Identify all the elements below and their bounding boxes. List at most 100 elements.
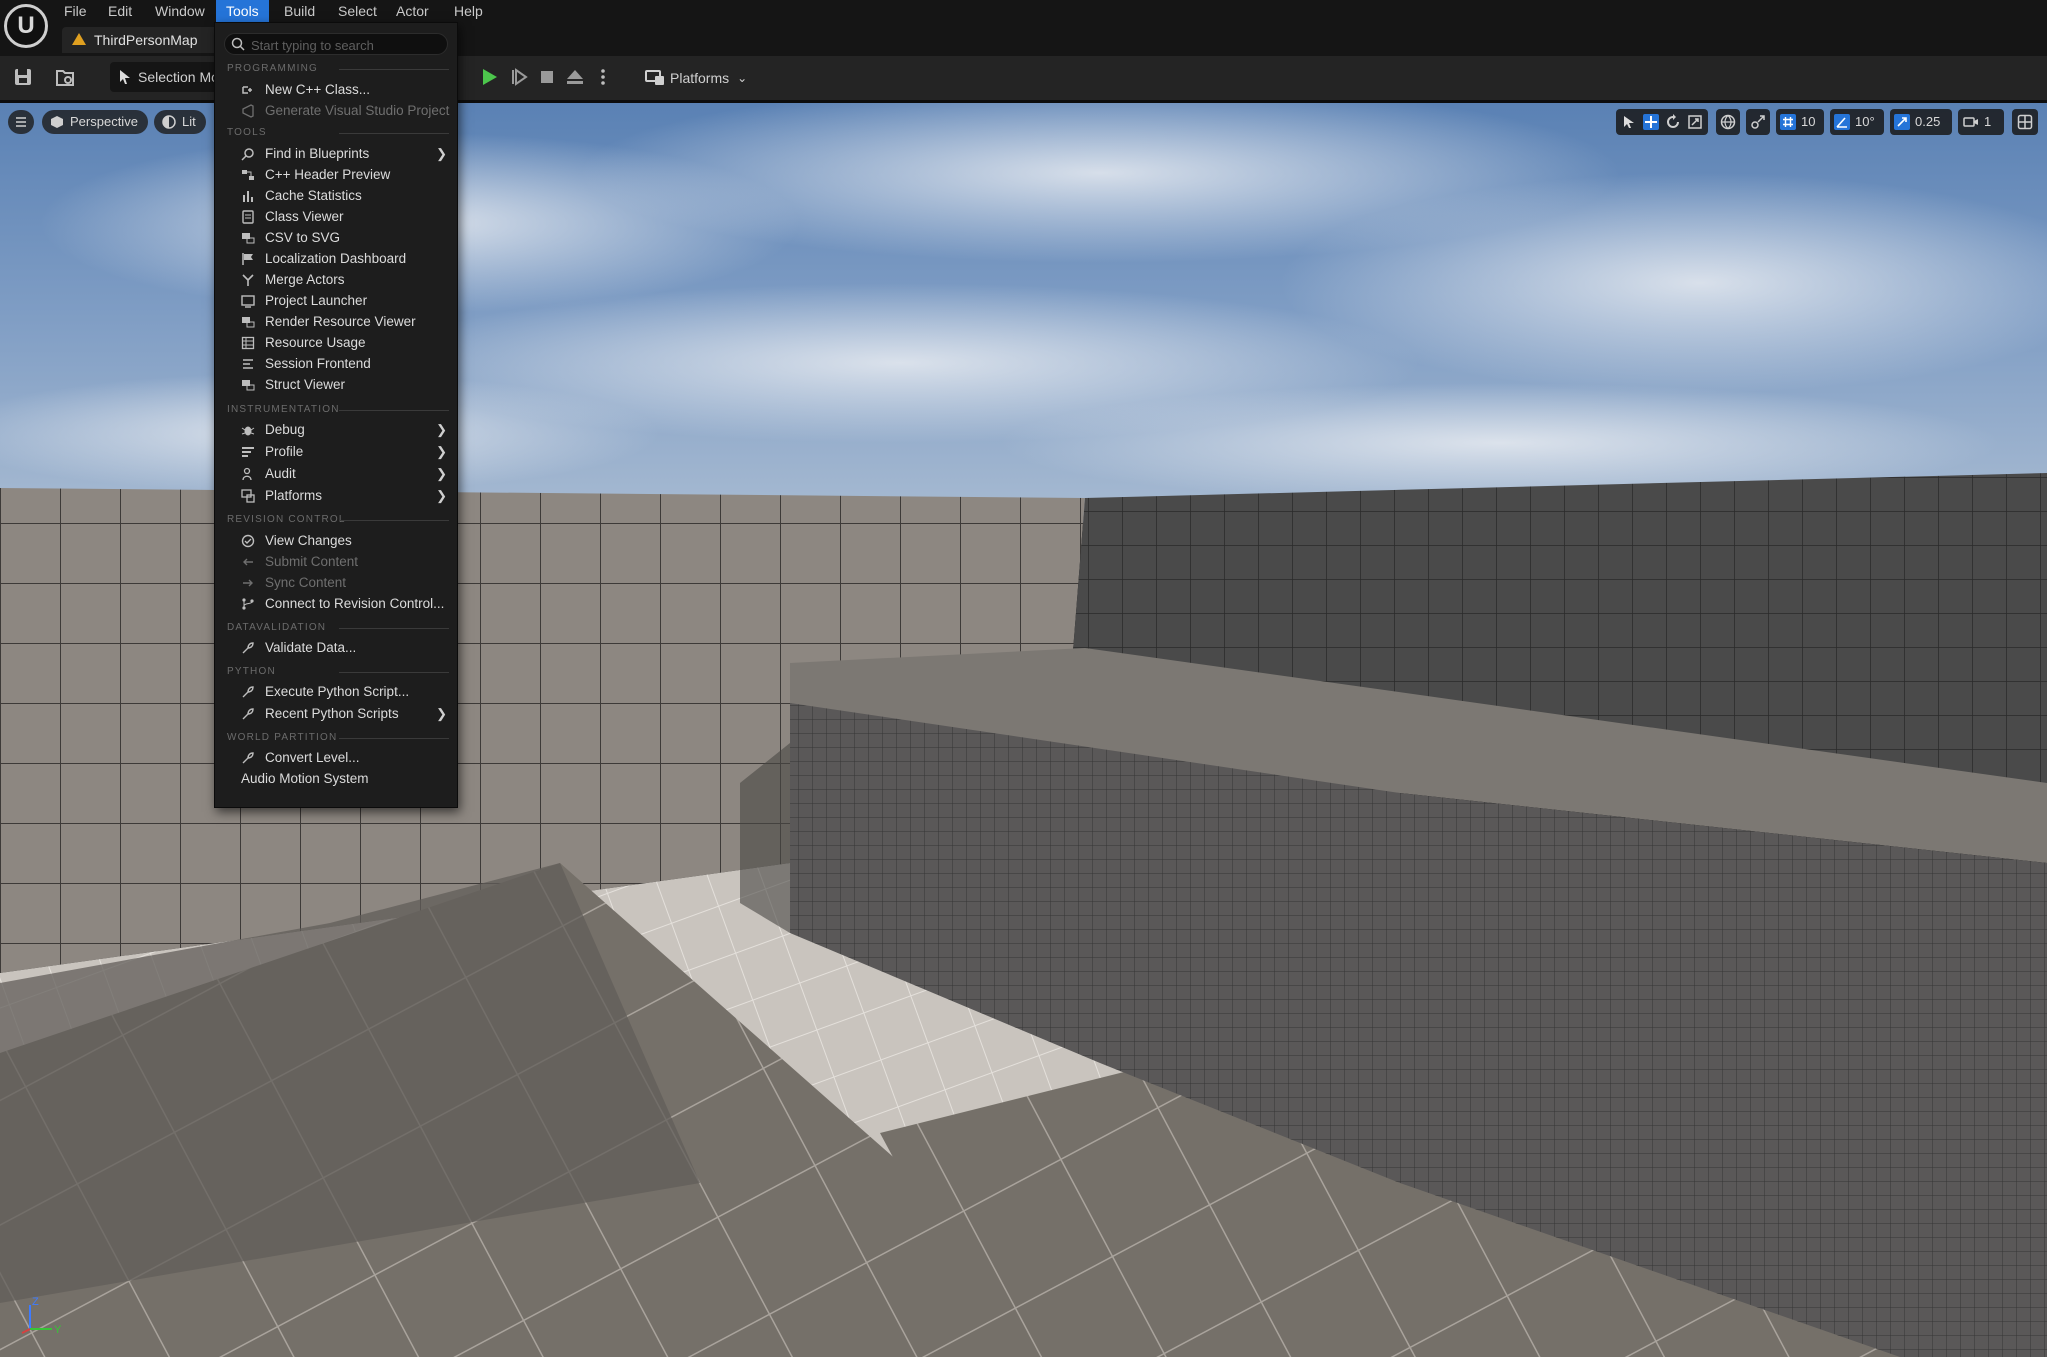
save-icon[interactable]	[12, 66, 34, 88]
eject-icon[interactable]	[564, 66, 586, 88]
menu-item-audio-motion-system[interactable]: Audio Motion System	[215, 768, 457, 789]
select-mode-icon[interactable]	[1621, 114, 1637, 130]
axis-gizmo: Z Y	[21, 1296, 62, 1336]
platforms-button[interactable]: Platforms ⌄	[640, 63, 749, 93]
recent-scripts-icon	[242, 708, 254, 720]
menu-item-connect-revision-control[interactable]: Connect to Revision Control...	[215, 593, 457, 614]
chevron-down-icon: ⌄	[737, 71, 748, 85]
scale-mode-icon[interactable]	[1687, 114, 1703, 130]
camera-icon	[1963, 117, 1978, 127]
menu-item-label: Session Frontend	[265, 356, 371, 371]
menu-item-execute-python-script[interactable]: Execute Python Script...	[215, 681, 457, 702]
menu-item-label: Connect to Revision Control...	[265, 596, 445, 611]
menu-item-localization-dashboard[interactable]: Localization Dashboard	[215, 248, 457, 269]
menu-item-merge-actors[interactable]: Merge Actors	[215, 269, 457, 290]
rotation-snap-control[interactable]: 10°	[1830, 109, 1884, 135]
menu-item-cpp-header-preview[interactable]: C++ Header Preview	[215, 164, 457, 185]
menu-item-profile[interactable]: Profile ❯	[215, 441, 457, 462]
globe-icon	[1720, 114, 1736, 130]
arrow-right-icon	[243, 579, 253, 587]
validate-icon	[242, 642, 254, 654]
menu-item-sync-content[interactable]: Sync Content	[215, 572, 457, 593]
more-options-icon[interactable]	[592, 66, 614, 88]
menu-item-generate-vs-project[interactable]: Generate Visual Studio Project	[215, 100, 457, 121]
convert-level-icon	[242, 752, 254, 764]
content-browser-icon[interactable]	[54, 66, 76, 88]
menu-item-label: Class Viewer	[265, 209, 344, 224]
rotation-snap-value: 10°	[1855, 114, 1875, 129]
visual-studio-icon	[242, 104, 254, 118]
platforms-icon	[645, 70, 664, 85]
surface-snap-toggle[interactable]	[1746, 109, 1770, 135]
resource-usage-icon	[241, 336, 255, 350]
rotate-mode-icon[interactable]	[1665, 114, 1681, 130]
menu-item-csv-to-svg[interactable]: CSV to SVG	[215, 227, 457, 248]
statistics-icon	[243, 191, 253, 202]
menu-item-convert-level[interactable]: Convert Level...	[215, 747, 457, 768]
scale-snap-control[interactable]: 0.25	[1890, 109, 1952, 135]
menu-item-class-viewer[interactable]: Class Viewer	[215, 206, 457, 227]
menu-item-label: Struct Viewer	[265, 377, 346, 392]
menu-item-platforms[interactable]: Platforms ❯	[215, 485, 457, 506]
grid-snap-control[interactable]: 10	[1776, 109, 1824, 135]
menu-item-label: C++ Header Preview	[265, 167, 391, 182]
axis-y-label: Y	[54, 1324, 62, 1336]
chevron-right-icon: ❯	[436, 466, 447, 481]
menu-item-view-changes[interactable]: View Changes	[215, 530, 457, 551]
camera-speed-control[interactable]: 1	[1958, 109, 2004, 135]
class-viewer-icon	[242, 210, 254, 224]
menu-item-resource-usage[interactable]: Resource Usage	[215, 332, 457, 353]
chevron-right-icon: ❯	[436, 422, 447, 437]
platforms-icon	[241, 489, 255, 503]
menu-item-new-cpp-class[interactable]: New C++ Class...	[215, 79, 457, 100]
menu-item-label: Platforms	[265, 488, 323, 503]
menu-edit[interactable]: Edit	[98, 0, 142, 22]
merge-icon	[242, 274, 254, 286]
struct-viewer-icon	[242, 380, 255, 391]
axis-z-label: Z	[32, 1296, 39, 1308]
menu-search-box[interactable]	[224, 33, 448, 55]
menu-tools[interactable]: Tools	[216, 0, 269, 22]
section-python: PYTHON	[227, 665, 449, 679]
menu-item-project-launcher[interactable]: Project Launcher	[215, 290, 457, 311]
viewport-layout-button[interactable]	[2012, 109, 2038, 135]
menu-item-debug[interactable]: Debug ❯	[215, 419, 457, 440]
session-frontend-icon	[243, 359, 253, 369]
menu-item-session-frontend[interactable]: Session Frontend	[215, 353, 457, 374]
world-local-toggle[interactable]	[1716, 109, 1740, 135]
menu-item-find-in-blueprints[interactable]: Find in Blueprints ❯	[215, 143, 457, 164]
transform-mode-group	[1616, 109, 1708, 135]
menu-item-label: View Changes	[265, 533, 352, 548]
level-tab[interactable]: ThirdPersonMap	[62, 27, 220, 53]
play-icon[interactable]	[478, 66, 500, 88]
menu-item-struct-viewer[interactable]: Struct Viewer	[215, 374, 457, 395]
advance-frame-icon[interactable]	[508, 66, 530, 88]
menu-help[interactable]: Help	[444, 0, 493, 22]
surface-snap-icon	[1751, 115, 1765, 129]
viewport-options-button[interactable]	[8, 110, 34, 134]
menu-item-render-resource-viewer[interactable]: Render Resource Viewer	[215, 311, 457, 332]
menu-window[interactable]: Window	[145, 0, 215, 22]
menu-build[interactable]: Build	[274, 0, 325, 22]
profile-icon	[242, 447, 254, 457]
stop-icon[interactable]	[536, 66, 558, 88]
perspective-button[interactable]: Perspective	[42, 110, 148, 134]
menu-item-label: Project Launcher	[265, 293, 368, 308]
menu-item-recent-python-scripts[interactable]: Recent Python Scripts ❯	[215, 703, 457, 724]
branch-icon	[242, 598, 254, 610]
menu-item-cache-statistics[interactable]: Cache Statistics	[215, 185, 457, 206]
translate-mode-icon[interactable]	[1643, 114, 1659, 130]
menu-item-label: Validate Data...	[265, 640, 357, 655]
python-script-icon	[242, 686, 254, 698]
lit-sphere-icon	[162, 115, 176, 129]
viewport-transform-toolbar: 10 10° 0.25 1	[1616, 109, 2041, 135]
menu-item-submit-content[interactable]: Submit Content	[215, 551, 457, 572]
menu-item-audit[interactable]: Audit ❯	[215, 463, 457, 484]
menu-select[interactable]: Select	[328, 0, 387, 22]
unreal-logo-icon[interactable]: U	[4, 4, 48, 48]
lit-button[interactable]: Lit	[154, 110, 206, 134]
menu-file[interactable]: File	[54, 0, 97, 22]
menu-search-input[interactable]	[249, 35, 443, 55]
menu-item-validate-data[interactable]: Validate Data...	[215, 637, 457, 658]
menu-actor[interactable]: Actor	[386, 0, 439, 22]
